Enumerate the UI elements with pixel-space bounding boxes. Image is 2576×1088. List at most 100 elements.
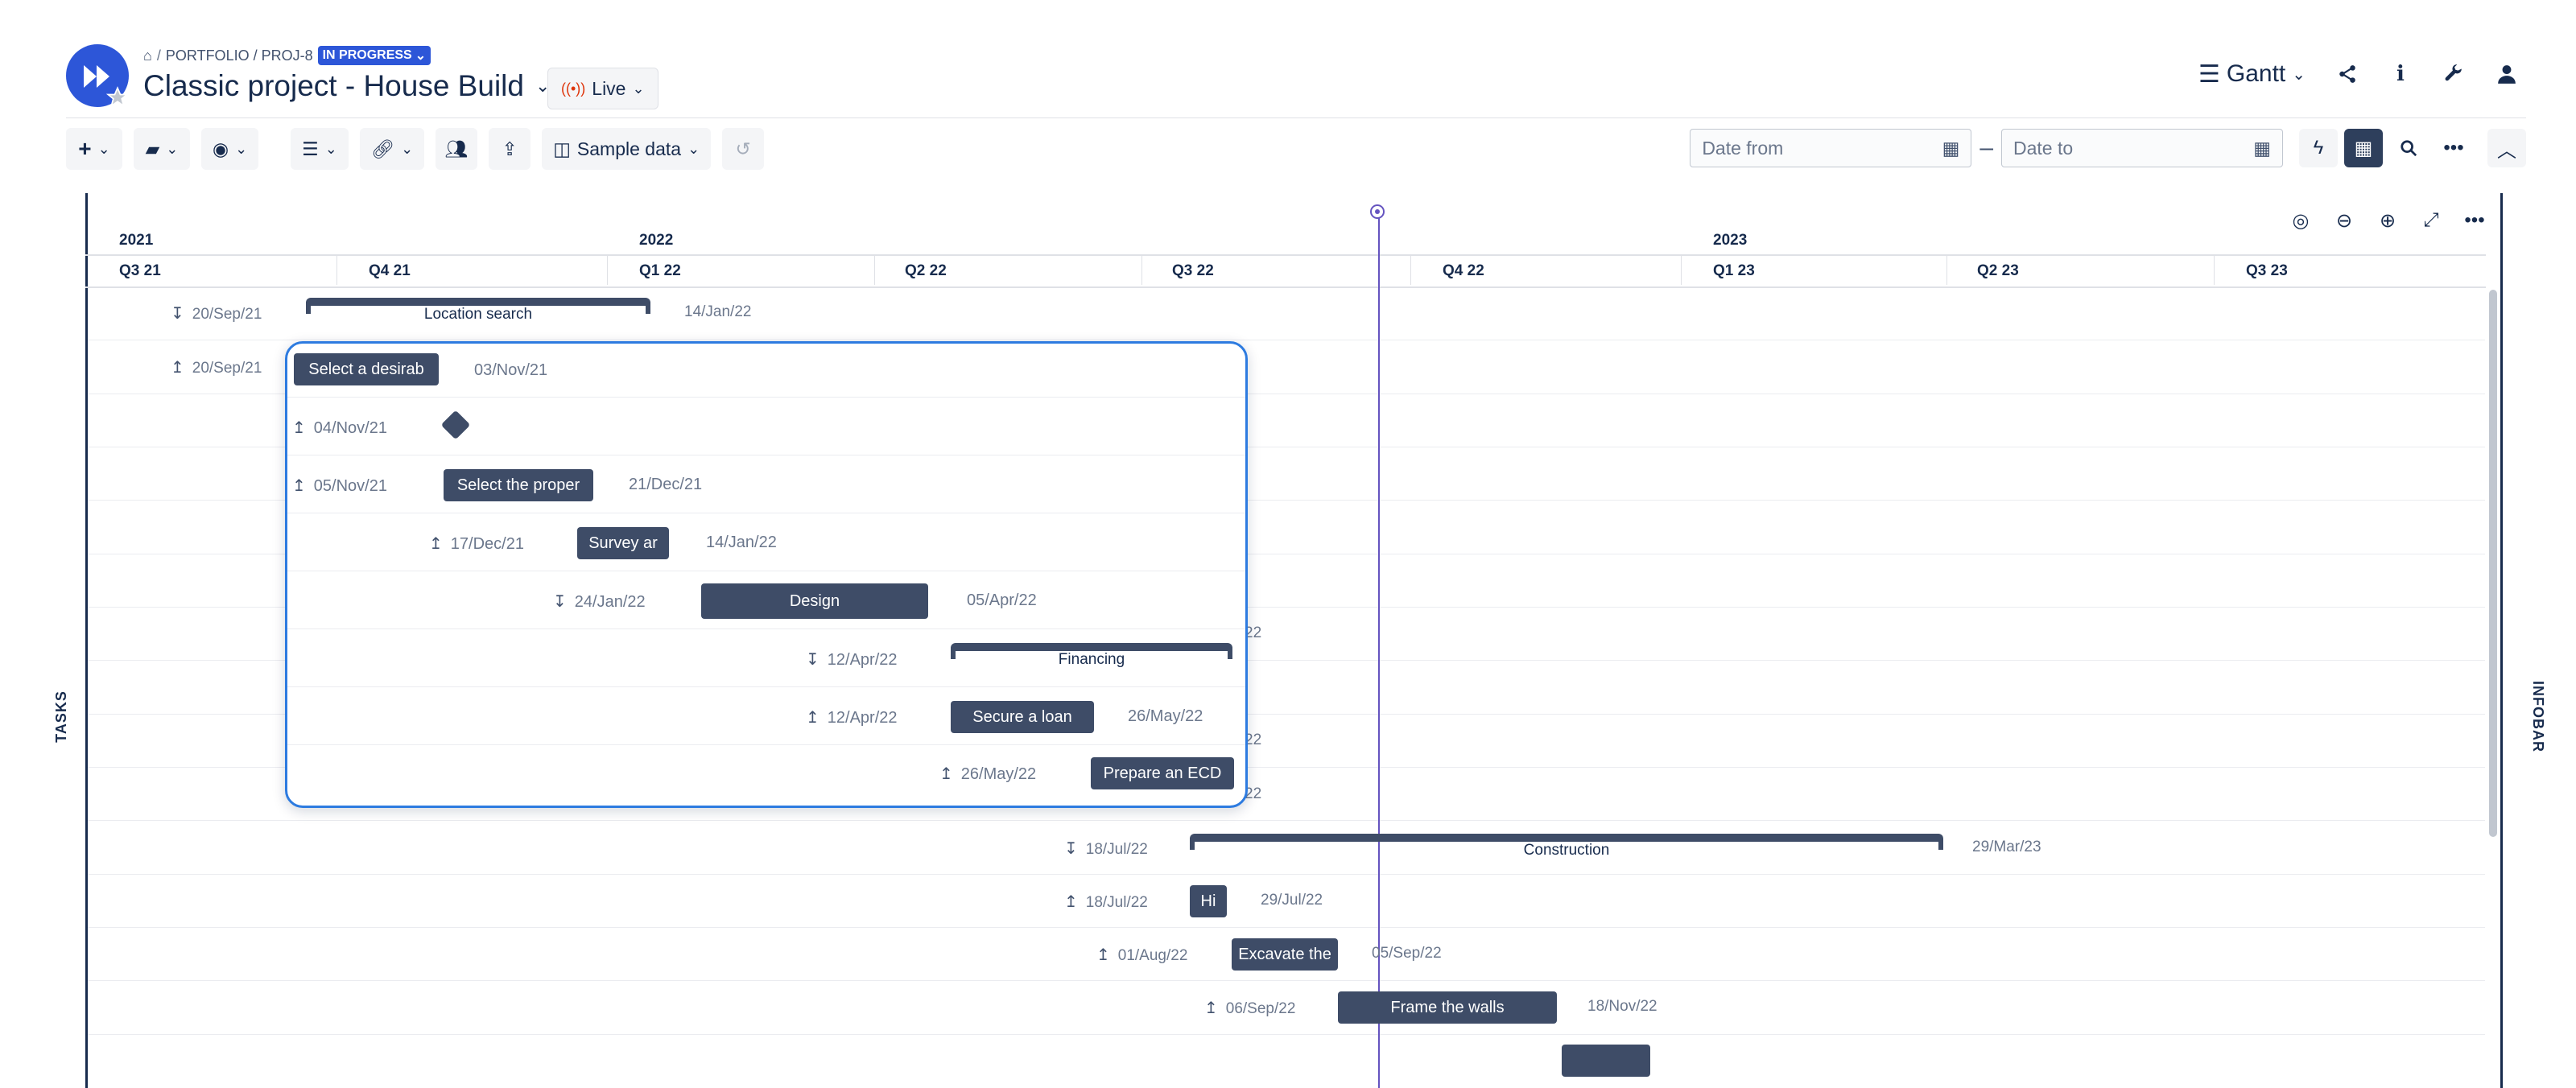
folder-icon: ▰ [145, 138, 160, 159]
page-title[interactable]: Classic project - House Build ⌄ [143, 69, 550, 103]
export-button[interactable]: ⇪ [489, 128, 531, 170]
columns-button[interactable]: ☰ ⌄ [291, 128, 349, 170]
task-popup[interactable]: Select a desirab 03/Nov/21 ↥ 04/Nov/21 ↥ 0… [285, 341, 1248, 808]
eye-icon: ◉ [213, 138, 229, 159]
calendar-icon[interactable]: ▦ [1942, 138, 1960, 159]
undo-button[interactable]: ↺ [722, 128, 765, 170]
status-badge[interactable]: IN PROGRESS ⌄ [317, 46, 431, 65]
more-icon[interactable]: ••• [2457, 204, 2492, 237]
task-bar[interactable]: Design [701, 583, 928, 619]
expand-icon[interactable]: ⤢ [2413, 204, 2449, 237]
task-bar-summary[interactable]: Location search [306, 298, 650, 324]
zoom-controls: ◎ ⊖ ⊕ ⤢ ••• [2283, 204, 2492, 237]
app-logo[interactable] [66, 44, 129, 109]
team-button[interactable]: 👥︎ [436, 128, 478, 170]
breadcrumb-path[interactable]: PORTFOLIO / PROJ-8 [166, 47, 313, 64]
arrow-up-icon: ↥ [1064, 893, 1078, 911]
task-end-date: 21/Dec/21 [629, 476, 703, 493]
task-start-date: ↧ 24/Jan/22 [553, 593, 646, 611]
chevron-down-icon: ⌄ [324, 140, 337, 157]
link-icon: 🔗︎ [370, 138, 395, 159]
quarter-label: Q4 22 [1443, 262, 1484, 279]
chevron-down-icon: ⌄ [2292, 65, 2306, 84]
task-start-date: ↧ 18/Jul/22 [1064, 840, 1148, 858]
task-end-date: 05/Apr/22 [967, 591, 1037, 609]
vertical-scrollbar[interactable] [2489, 290, 2497, 837]
header-actions: ☰ Gantt ⌄ i [2190, 55, 2526, 93]
view-switcher[interactable]: ☰ Gantt ⌄ [2190, 60, 2314, 89]
folder-button[interactable]: ▰ ⌄ [134, 128, 190, 170]
task-bar[interactable]: Survey ar [577, 527, 669, 559]
task-bar[interactable]: Prepare an ECD [1091, 757, 1234, 789]
lightning-icon[interactable]: ϟ [2299, 129, 2338, 167]
date-to-field[interactable]: Date to ▦ [2001, 129, 2283, 167]
task-start-date: ↥ 18/Jul/22 [1064, 893, 1148, 911]
milestone-diamond[interactable] [440, 410, 471, 440]
calendar-view-icon[interactable]: ▦ [2344, 129, 2383, 167]
task-bar[interactable]: Excavate the [1232, 938, 1338, 971]
arrow-up-icon: ↥ [939, 765, 953, 783]
infobar-panel-toggle[interactable]: INFOBAR [2529, 681, 2546, 752]
plus-icon: + [78, 136, 92, 161]
chevron-down-icon: ⌄ [235, 140, 248, 157]
range-dash: – [1979, 134, 1993, 161]
zoom-in-icon[interactable]: ⊕ [2370, 204, 2405, 237]
toolbar: + ⌄ ▰ ⌄ ◉ ⌄ ☰ ⌄ 🔗︎ ⌄ 👥︎ ⇪ ◫ Sample data ⌄ ↺ [66, 126, 765, 171]
quarter-label: Q3 22 [1172, 262, 1214, 279]
year-label: 2021 [119, 232, 154, 249]
chevron-down-icon: ⌄ [415, 49, 427, 63]
task-end-date: 14/Jan/22 [684, 303, 752, 320]
list-icon: ☰ [302, 138, 319, 159]
users-icon: 👥︎ [444, 138, 469, 159]
add-button[interactable]: + ⌄ [66, 128, 122, 170]
collapse-icon[interactable]: ︿ [2487, 129, 2526, 167]
user-icon[interactable] [2487, 55, 2526, 93]
home-icon[interactable]: ⌂ [143, 47, 152, 64]
task-bar[interactable]: Secure a loan [951, 701, 1094, 733]
task-bar-summary[interactable]: Financing [951, 643, 1232, 669]
target-icon[interactable]: ◎ [2283, 204, 2318, 237]
arrow-down-icon: ↧ [806, 651, 819, 669]
undo-icon: ↺ [735, 138, 751, 159]
zoom-out-icon[interactable]: ⊖ [2326, 204, 2362, 237]
tasks-panel-toggle[interactable]: TASKS [53, 690, 70, 743]
quarter-label: Q2 22 [905, 262, 947, 279]
arrow-up-icon: ↥ [1204, 999, 1218, 1017]
date-from-field[interactable]: Date from ▦ [1690, 129, 1972, 167]
view-options-button[interactable]: ◉ ⌄ [201, 128, 259, 170]
arrow-up-icon: ↥ [1096, 946, 1110, 964]
calendar-icon[interactable]: ▦ [2253, 138, 2271, 159]
arrow-up-icon: ↥ [806, 709, 819, 727]
wrench-icon[interactable] [2434, 55, 2473, 93]
quarter-label: Q1 22 [639, 262, 681, 279]
today-marker[interactable] [1370, 204, 1385, 219]
header-divider [66, 117, 2526, 118]
task-bar[interactable] [1562, 1045, 1650, 1077]
task-start-date: ↥ 12/Apr/22 [806, 709, 898, 727]
task-bar[interactable]: Frame the walls [1338, 991, 1557, 1024]
task-start-date: ↥ 20/Sep/21 [171, 359, 262, 377]
more-icon[interactable]: ••• [2434, 129, 2473, 167]
task-bar[interactable]: Select a desirab [294, 353, 439, 385]
info-icon[interactable]: i [2381, 55, 2420, 93]
task-start-date: ↧ 20/Sep/21 [171, 305, 262, 323]
quarter-label: Q4 21 [369, 262, 411, 279]
task-bar-summary[interactable]: Construction [1190, 834, 1943, 859]
search-icon[interactable] [2389, 129, 2428, 167]
star-icon[interactable] [106, 86, 129, 109]
arrow-up-icon: ↥ [171, 359, 184, 377]
quarter-label: Q1 23 [1713, 262, 1755, 279]
task-bar[interactable]: Select the proper [444, 469, 593, 501]
arrow-down-icon: ↧ [1064, 840, 1078, 858]
share-icon[interactable] [2328, 55, 2367, 93]
columns-icon: ◫ [553, 138, 571, 159]
link-button[interactable]: 🔗︎ ⌄ [359, 128, 425, 170]
chevron-down-icon: ⌄ [401, 140, 414, 157]
sample-data-button[interactable]: ◫ Sample data ⌄ [542, 128, 712, 170]
live-dropdown[interactable]: ((•)) Live ⌄ [547, 68, 658, 109]
task-end-date: 29/Mar/23 [1972, 839, 2041, 855]
gantt-right-border [2500, 193, 2503, 1088]
task-bar[interactable]: Hi [1190, 885, 1227, 917]
breadcrumb: ⌂ / PORTFOLIO / PROJ-8 IN PROGRESS ⌄ [143, 44, 431, 67]
chevron-down-icon: ⌄ [632, 80, 645, 97]
